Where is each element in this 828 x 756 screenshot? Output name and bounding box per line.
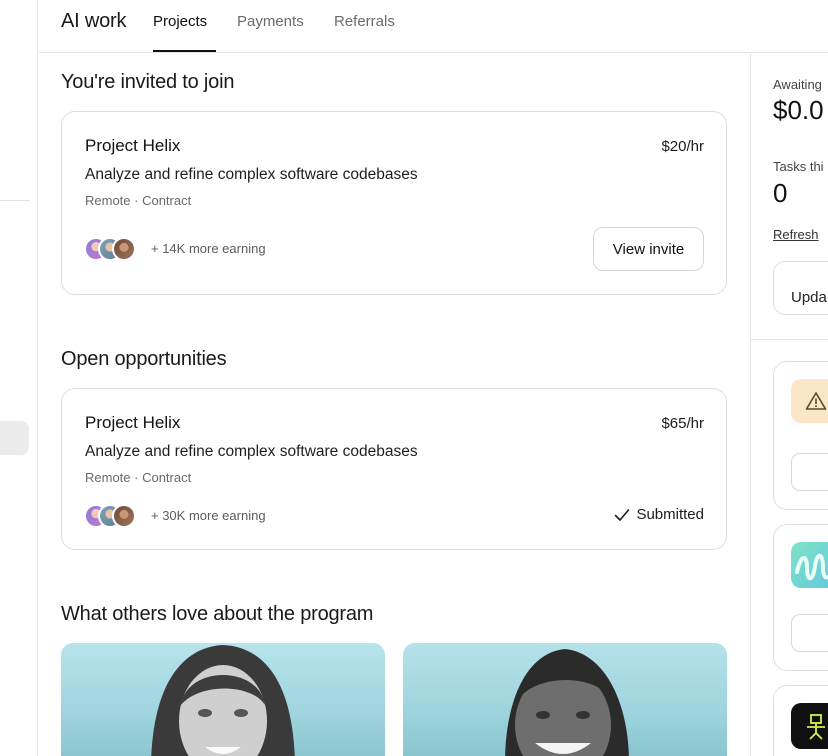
invite-card: Project Helix $20/hr Analyze and refine … — [61, 111, 727, 295]
project-rate: $65/hr — [661, 415, 704, 432]
squiggle-logo-icon — [791, 542, 828, 588]
app-title: AI work — [61, 10, 127, 32]
project-title: Project Helix — [85, 136, 181, 155]
view-invite-button[interactable]: View invite — [593, 227, 704, 271]
robot-icon — [791, 703, 828, 749]
avatar-stack — [84, 504, 144, 528]
invited-section-title: You're invited to join — [61, 71, 235, 93]
avatar — [112, 504, 136, 528]
panel-divider — [751, 339, 828, 340]
main-content: You're invited to join Project Helix $20… — [39, 54, 750, 756]
person-portrait — [151, 645, 295, 756]
refresh-link[interactable]: Refresh — [773, 227, 819, 242]
tab-payments[interactable]: Payments — [237, 13, 304, 30]
checkmark-icon — [615, 508, 630, 521]
project-title: Project Helix — [85, 413, 181, 432]
task-action-button[interactable] — [791, 614, 828, 652]
tab-referrals[interactable]: Referrals — [334, 13, 395, 30]
awaiting-value: $0.0 — [773, 95, 824, 125]
earning-count: + 14K more earning — [151, 241, 266, 256]
submitted-label: Submitted — [636, 506, 704, 523]
project-rate: $20/hr — [661, 138, 704, 155]
project-meta: Remote · Contract — [85, 193, 192, 208]
update-button[interactable]: Upda — [773, 261, 828, 315]
project-description: Analyze and refine complex software code… — [85, 443, 418, 460]
sidebar-divider — [0, 200, 30, 201]
active-tab-indicator — [153, 50, 216, 52]
open-section-title: Open opportunities — [61, 348, 227, 370]
awaiting-label: Awaiting — [773, 77, 822, 92]
top-nav: AI work Projects Payments Referrals — [39, 0, 828, 53]
testimonials-section-title: What others love about the program — [61, 603, 374, 625]
left-sidebar — [0, 0, 38, 756]
task-card — [773, 524, 828, 671]
task-action-button[interactable] — [791, 453, 828, 491]
submitted-status: Submitted — [614, 506, 704, 523]
avatar — [112, 237, 136, 261]
project-description: Analyze and refine complex software code… — [85, 166, 418, 183]
warning-icon — [805, 392, 827, 410]
earning-count: + 30K more earning — [151, 508, 266, 523]
avatar-stack — [84, 237, 144, 261]
tab-projects[interactable]: Projects — [153, 13, 207, 30]
person-portrait — [505, 649, 629, 756]
project-meta: Remote · Contract — [85, 470, 192, 485]
testimonial-card[interactable] — [403, 643, 727, 756]
task-card — [773, 685, 828, 756]
task-card — [773, 361, 828, 510]
opportunity-card[interactable]: Project Helix $65/hr Analyze and refine … — [61, 388, 727, 550]
testimonial-card[interactable] — [61, 643, 385, 756]
sidebar-active-item[interactable] — [0, 421, 29, 455]
right-summary-panel: Awaiting $0.0 Tasks thi 0 Refresh Upda — [750, 54, 828, 756]
tasks-value: 0 — [773, 178, 788, 208]
warning-badge — [791, 379, 828, 423]
tasks-label: Tasks thi — [773, 159, 824, 174]
